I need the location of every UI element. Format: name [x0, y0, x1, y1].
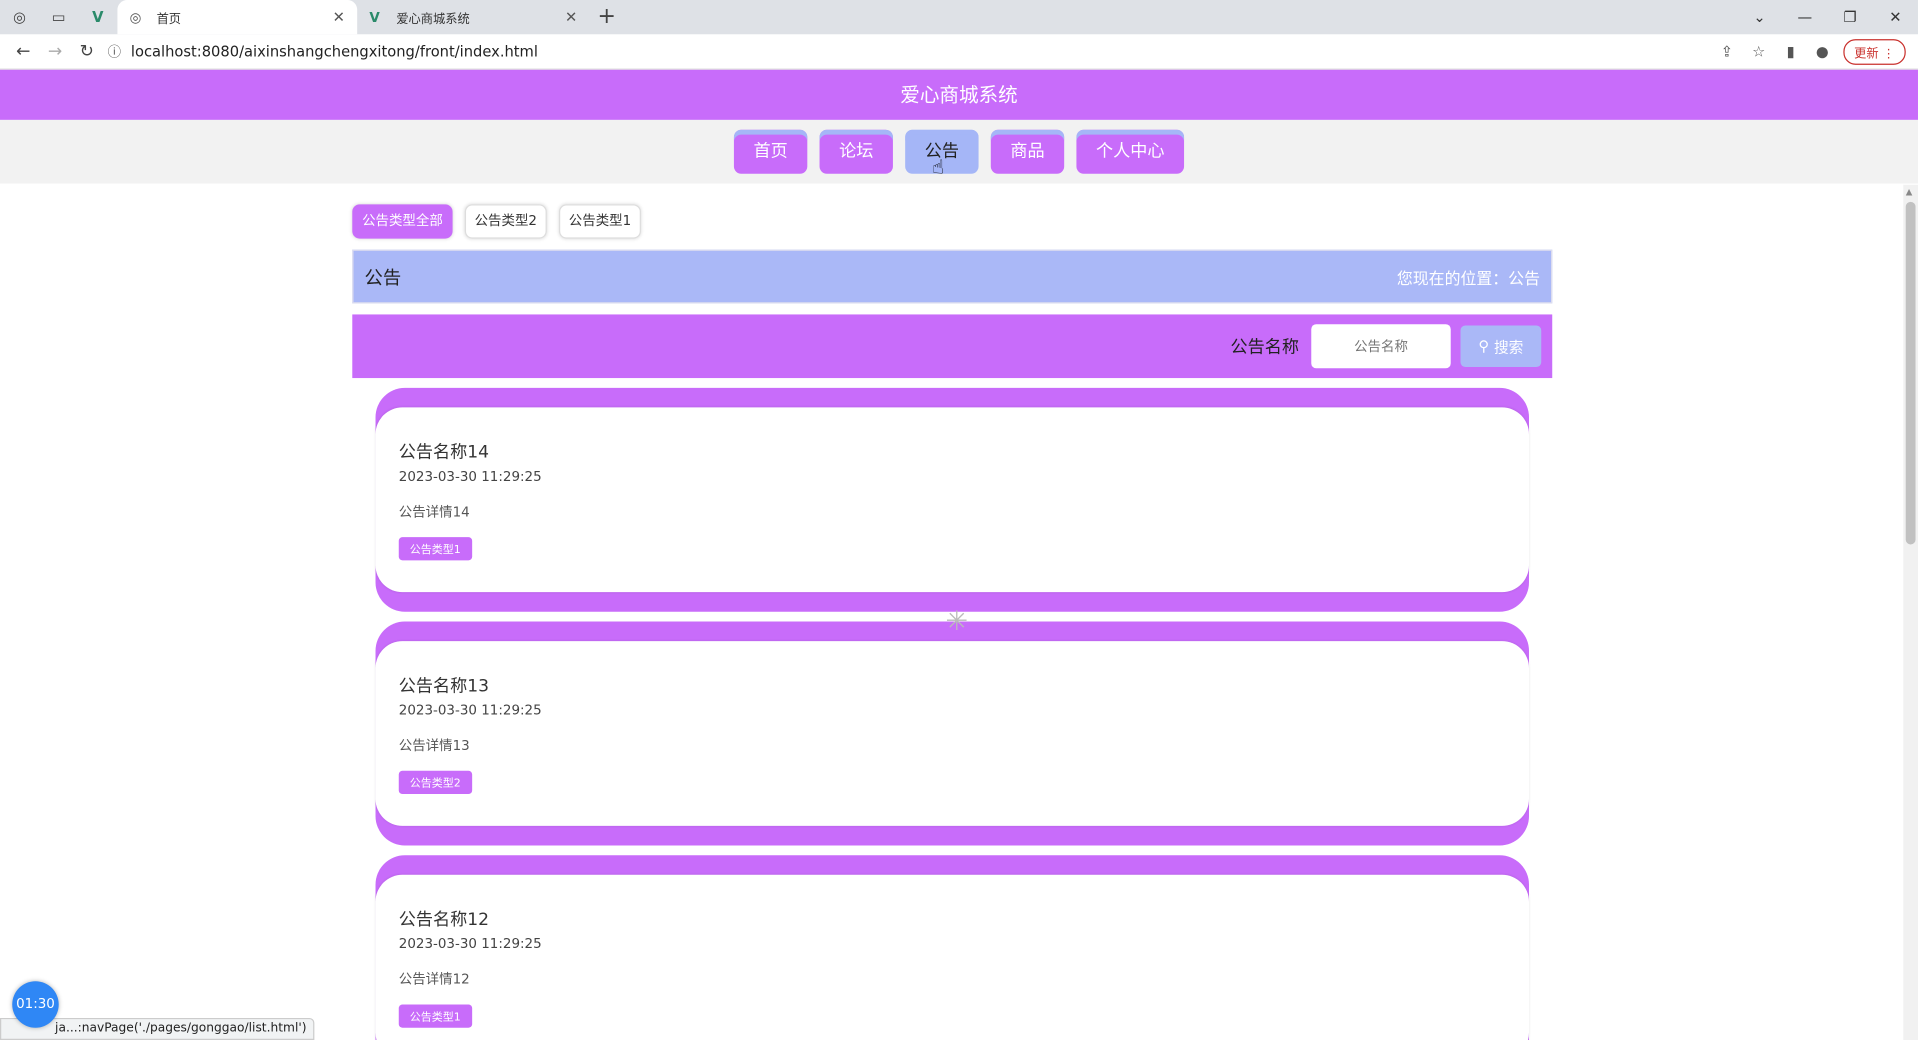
search-bar: 公告名称 ⚲ 搜索 — [352, 314, 1553, 379]
notice-type-tag: 公告类型2 — [398, 770, 472, 795]
filter-all[interactable]: 公告类型全部 — [352, 204, 453, 239]
share-icon[interactable]: ⇪ — [1711, 43, 1743, 60]
notice-date: 2023-03-30 11:29:25 — [398, 468, 542, 485]
notice-date: 2023-03-30 11:29:25 — [398, 935, 542, 952]
breadcrumb: 您现在的位置：公告 — [1396, 269, 1541, 289]
globe-icon: ◎ — [13, 8, 26, 26]
notice-card[interactable]: 公告名称14 2023-03-30 11:29:25 公告详情14 公告类型1 — [375, 387, 1529, 612]
notice-detail: 公告详情14 — [398, 504, 470, 520]
browser-tab[interactable]: V 爱心商城系统 ✕ — [357, 0, 589, 34]
search-button-label: 搜索 — [1494, 338, 1524, 356]
globe-icon: ◎ — [129, 9, 142, 26]
notice-title: 公告名称14 — [398, 442, 490, 463]
tab-title: 爱心商城系统 — [396, 12, 470, 27]
minimize-icon[interactable]: — — [1782, 9, 1827, 26]
star-icon[interactable]: ☆ — [1743, 43, 1775, 60]
url-text: localhost:8080/aixinshangchengxitong/fro… — [130, 42, 538, 60]
notice-card[interactable]: 公告名称12 2023-03-30 11:29:25 公告详情12 公告类型1 — [375, 855, 1529, 1040]
update-label: 更新 — [1854, 47, 1879, 61]
notice-title: 公告名称13 — [398, 676, 490, 697]
site-title: 爱心商城系统 — [0, 69, 1918, 120]
notice-list: 公告名称14 2023-03-30 11:29:25 公告详情14 公告类型1 … — [375, 387, 1529, 1040]
scroll-up-icon[interactable]: ▲ — [1906, 187, 1913, 197]
filter-type2[interactable]: 公告类型2 — [464, 204, 547, 239]
close-window-icon[interactable]: ✕ — [1873, 9, 1918, 26]
nav-forum[interactable]: 论坛 — [819, 129, 893, 174]
close-icon[interactable]: ✕ — [333, 9, 345, 26]
notice-type-tag: 公告类型1 — [398, 1004, 472, 1028]
section-banner: 公告 您现在的位置：公告 — [352, 249, 1553, 304]
nav-personal-center[interactable]: 个人中心 — [1076, 129, 1185, 174]
pinned-tab[interactable]: V — [78, 0, 117, 34]
close-icon[interactable]: ✕ — [565, 9, 577, 26]
tab-title: 首页 — [156, 12, 182, 27]
browser-tab-active[interactable]: ◎ 首页 ✕ — [117, 0, 358, 35]
notice-title: 公告名称12 — [398, 910, 490, 930]
pinned-tab[interactable]: ◎ — [0, 0, 39, 34]
search-label: 公告名称 — [1230, 337, 1300, 358]
vue-icon: V — [369, 9, 380, 26]
sidebar-icon[interactable]: ▮ — [1775, 43, 1807, 60]
address-bar: ← → ↻ ⓘ localhost:8080/aixinshangchengxi… — [0, 34, 1918, 70]
search-icon: ⚲ — [1478, 337, 1490, 355]
restore-icon[interactable]: ❐ — [1827, 9, 1872, 26]
browser-tabbar: ◎ ▭ V ◎ 首页 ✕ V 爱心商城系统 ✕ + ⌄ — ❐ ✕ — [0, 0, 1918, 35]
notice-detail: 公告详情13 — [398, 737, 470, 754]
reload-icon[interactable]: ↻ — [71, 42, 103, 62]
notice-type-tag: 公告类型1 — [398, 537, 472, 561]
search-button[interactable]: ⚲ 搜索 — [1460, 325, 1542, 368]
window-controls: ⌄ — ❐ ✕ — [1737, 0, 1918, 34]
filter-chips: 公告类型全部 公告类型2 公告类型1 — [352, 204, 1552, 239]
new-tab-button[interactable]: + — [590, 0, 624, 34]
section-title: 公告 — [364, 266, 402, 289]
notice-card[interactable]: 公告名称13 2023-03-30 11:29:25 公告详情13 公告类型2 — [375, 621, 1529, 846]
forward-icon[interactable]: → — [39, 42, 71, 62]
main-nav: 首页 论坛 公告 商品 个人中心 — [0, 119, 1918, 184]
loading-spinner-icon: ✳ — [945, 606, 969, 638]
page-icon: ▭ — [51, 8, 66, 26]
update-button[interactable]: 更新 ⋮ — [1843, 38, 1906, 65]
tab-search-icon[interactable]: ⌄ — [1737, 9, 1782, 26]
vue-icon: V — [92, 8, 104, 26]
url-field[interactable]: ⓘ localhost:8080/aixinshangchengxitong/f… — [108, 38, 1711, 65]
notice-detail: 公告详情12 — [398, 971, 470, 988]
nav-home[interactable]: 首页 — [733, 129, 808, 174]
page-scrollbar[interactable]: ▲ — [1903, 184, 1918, 1040]
profile-icon[interactable]: ● — [1806, 43, 1838, 60]
back-icon[interactable]: ← — [7, 42, 39, 62]
search-input[interactable] — [1311, 324, 1451, 369]
timer-badge[interactable]: 01:30 — [12, 981, 59, 1028]
scroll-thumb[interactable] — [1905, 201, 1916, 545]
filter-type1[interactable]: 公告类型1 — [559, 204, 641, 239]
notice-date: 2023-03-30 11:29:25 — [398, 702, 542, 719]
info-icon[interactable]: ⓘ — [108, 42, 121, 62]
hand-cursor-icon: ☝ — [932, 155, 945, 179]
nav-goods[interactable]: 商品 — [990, 129, 1065, 174]
pinned-tab[interactable]: ▭ — [39, 0, 78, 34]
